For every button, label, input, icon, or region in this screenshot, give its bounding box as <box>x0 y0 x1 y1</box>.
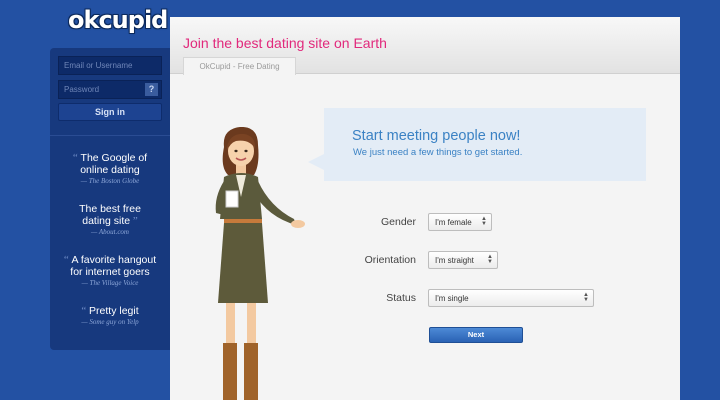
okcupid-logo[interactable]: okcupid <box>68 6 168 34</box>
press-quote: “ The Google of online dating — The Bost… <box>50 152 170 185</box>
press-quote: The best free dating site ” — About.com <box>50 203 170 236</box>
status-value: I'm single <box>435 294 469 303</box>
gender-select[interactable]: I'm female ▲ ▼ <box>428 213 492 231</box>
sign-in-button[interactable]: Sign in <box>58 103 162 121</box>
email-username-input[interactable]: Email or Username <box>58 56 162 75</box>
panel-header: Join the best dating site on Earth OkCup… <box>170 17 680 75</box>
gender-label: Gender <box>380 216 416 228</box>
quote-text: A favorite hangout for internet goers <box>70 254 157 278</box>
orientation-value: I'm straight <box>435 256 474 265</box>
quote-text: Pretty legit <box>89 305 139 317</box>
next-button[interactable]: Next <box>429 327 523 343</box>
select-arrows-icon: ▲ ▼ <box>583 292 589 303</box>
password-help-icon[interactable]: ? <box>145 83 158 96</box>
bubble-title: Start meeting people now! <box>352 128 521 144</box>
quote-text: The Google of online dating <box>80 152 148 176</box>
speech-bubble: Start meeting people now! We just need a… <box>324 108 646 181</box>
quote-source: — The Village Voice <box>81 279 139 287</box>
gender-value: I'm female <box>435 218 472 227</box>
speech-bubble-tail <box>308 154 324 170</box>
page-title: Join the best dating site on Earth <box>183 35 387 51</box>
quote-source: — Some guy on Yelp <box>81 318 139 326</box>
select-arrows-icon: ▲ ▼ <box>481 216 487 227</box>
orientation-label: Orientation <box>364 254 416 266</box>
bubble-subtitle: We just need a few things to get started… <box>353 147 523 158</box>
password-placeholder: Password <box>64 85 100 94</box>
email-placeholder: Email or Username <box>64 61 133 70</box>
orientation-select[interactable]: I'm straight ▲ ▼ <box>428 251 498 269</box>
password-input[interactable]: Password ? <box>58 80 162 99</box>
status-select[interactable]: I'm single ▲ ▼ <box>428 289 594 307</box>
press-quote: “ A favorite hangout for internet goers … <box>50 254 170 287</box>
quote-source: — The Boston Globe <box>80 177 140 185</box>
select-arrows-icon: ▲ ▼ <box>487 254 493 265</box>
login-sidebar: Email or Username Password ? Sign in “ T… <box>50 48 170 350</box>
signup-panel: Join the best dating site on Earth OkCup… <box>170 17 680 400</box>
quote-source: — About.com <box>91 228 129 236</box>
status-label: Status <box>386 292 416 304</box>
tab-free-dating[interactable]: OkCupid - Free Dating <box>183 57 296 75</box>
press-quote: “ Pretty legit — Some guy on Yelp <box>50 305 170 326</box>
sidebar-divider <box>50 135 170 136</box>
